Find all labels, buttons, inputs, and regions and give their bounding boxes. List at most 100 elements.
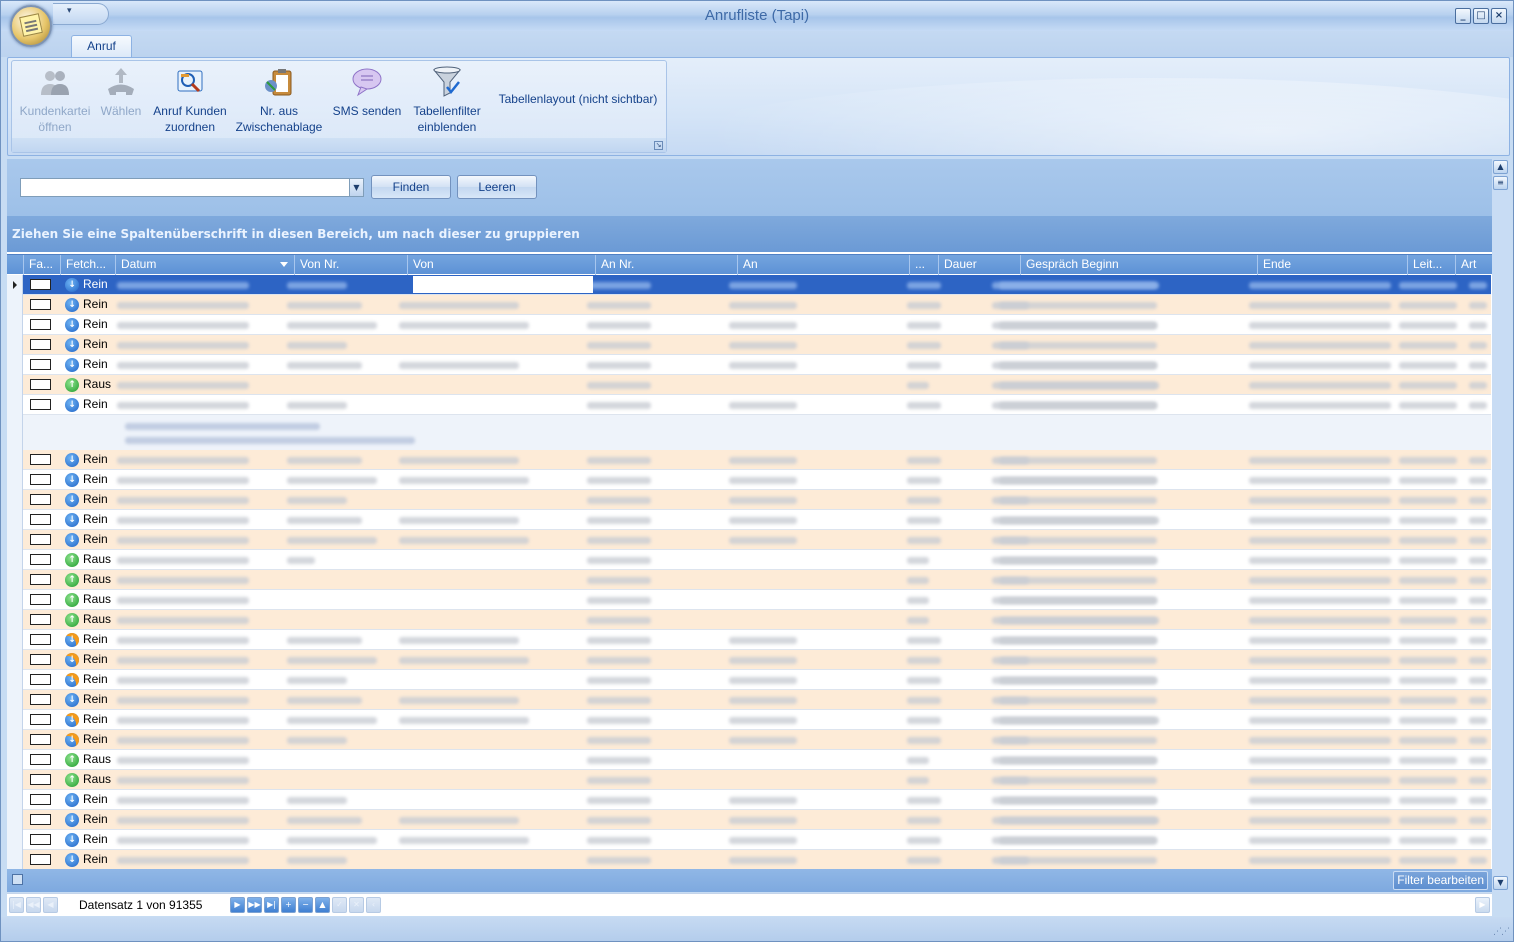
table-row[interactable]: ↑ Raus	[7, 590, 1491, 610]
table-row[interactable]: ↓ Rein	[7, 315, 1491, 335]
row-checkbox[interactable]	[30, 279, 51, 290]
table-row[interactable]: ↑ Raus	[7, 550, 1491, 570]
scroll-menu-icon[interactable]: ≡	[1493, 176, 1508, 190]
row-checkbox[interactable]	[30, 494, 51, 505]
row-checkbox[interactable]	[30, 734, 51, 745]
row-checkbox[interactable]	[30, 534, 51, 545]
row-indicator[interactable]	[7, 335, 23, 355]
row-checkbox[interactable]	[30, 359, 51, 370]
delete-record-icon[interactable]: −	[298, 897, 313, 913]
row-checkbox[interactable]	[30, 794, 51, 805]
row-checkbox[interactable]	[30, 339, 51, 350]
prev-record-icon[interactable]: ◀	[43, 897, 58, 913]
table-row[interactable]: ↓ Rein	[7, 670, 1491, 690]
row-indicator[interactable]	[7, 690, 23, 710]
edit-record-icon[interactable]: ▲	[315, 897, 330, 913]
row-indicator[interactable]	[7, 570, 23, 590]
row-indicator[interactable]	[7, 275, 23, 295]
row-indicator[interactable]	[7, 375, 23, 395]
edit-filter-button[interactable]: Filter bearbeiten	[1393, 871, 1488, 890]
row-checkbox[interactable]	[30, 594, 51, 605]
table-row[interactable]: ↓ Rein	[7, 275, 1491, 295]
first-record-icon[interactable]: |◀	[9, 897, 24, 913]
table-row[interactable]: ↓ Rein	[7, 470, 1491, 490]
row-checkbox[interactable]	[30, 574, 51, 585]
row-checkbox[interactable]	[30, 694, 51, 705]
row-indicator[interactable]	[7, 315, 23, 335]
column-header[interactable]: Dauer	[938, 255, 1020, 275]
waehlen-button[interactable]: Wählen	[96, 65, 146, 135]
row-indicator[interactable]	[7, 590, 23, 610]
chevron-down-icon[interactable]: ▼	[349, 179, 363, 196]
row-checkbox[interactable]	[30, 554, 51, 565]
find-button[interactable]: Finden	[371, 175, 451, 199]
next-record-icon[interactable]: ▶	[230, 897, 245, 913]
scroll-up-icon[interactable]: ▲	[1493, 160, 1508, 174]
table-row[interactable]: ↓ Rein	[7, 630, 1491, 650]
row-indicator[interactable]	[7, 850, 23, 869]
search-combobox[interactable]: ▼	[20, 178, 364, 197]
row-checkbox[interactable]	[30, 514, 51, 525]
table-row[interactable]: ↑ Raus	[7, 610, 1491, 630]
column-header[interactable]: Gespräch Beginn	[1020, 255, 1257, 275]
row-checkbox[interactable]	[30, 614, 51, 625]
scroll-down-icon[interactable]: ▼	[1493, 876, 1508, 890]
kundenkartei-button[interactable]: Kundenkartei öffnen	[15, 65, 95, 135]
table-row[interactable]: ↓ Rein	[7, 490, 1491, 510]
refresh-icon[interactable]: ‹	[366, 897, 381, 913]
table-row[interactable]: ↓ Rein	[7, 690, 1491, 710]
row-checkbox[interactable]	[30, 634, 51, 645]
add-record-icon[interactable]: +	[281, 897, 296, 913]
tab-anruf[interactable]: Anruf	[71, 35, 132, 58]
row-indicator[interactable]	[7, 670, 23, 690]
row-checkbox[interactable]	[30, 674, 51, 685]
row-indicator[interactable]	[7, 630, 23, 650]
column-header[interactable]: Von Nr.	[294, 255, 407, 275]
row-indicator[interactable]	[7, 295, 23, 315]
column-header[interactable]: Leit...	[1407, 255, 1455, 275]
row-indicator[interactable]	[7, 395, 23, 415]
table-row[interactable]: ↓ Rein	[7, 850, 1491, 869]
row-checkbox[interactable]	[30, 454, 51, 465]
maximize-button[interactable]: □	[1473, 8, 1489, 24]
application-menu-button[interactable]	[10, 5, 52, 47]
column-header[interactable]: An	[737, 255, 909, 275]
anruf-kunden-zuordnen-button[interactable]: Anruf Kunden zuordnen	[148, 65, 232, 135]
column-header[interactable]: Fa...	[23, 255, 60, 275]
row-indicator[interactable]	[7, 810, 23, 830]
table-row[interactable]: ↑ Raus	[7, 770, 1491, 790]
row-indicator[interactable]	[7, 470, 23, 490]
table-row[interactable]: ↓ Rein	[7, 830, 1491, 850]
table-row[interactable]: ↓ Rein	[7, 650, 1491, 670]
nr-aus-zwischenablage-button[interactable]: Nr. aus Zwischenablage	[234, 65, 324, 135]
row-checkbox[interactable]	[30, 399, 51, 410]
row-indicator[interactable]	[7, 530, 23, 550]
cancel-edit-icon[interactable]: ✕	[349, 897, 364, 913]
table-row[interactable]: ↓ Rein	[7, 710, 1491, 730]
row-checkbox[interactable]	[30, 379, 51, 390]
column-header[interactable]: An Nr.	[595, 255, 737, 275]
row-checkbox[interactable]	[30, 834, 51, 845]
table-row[interactable]: ↓ Rein	[7, 790, 1491, 810]
row-indicator[interactable]	[7, 550, 23, 570]
last-record-icon[interactable]: ▶|	[264, 897, 279, 913]
row-checkbox[interactable]	[30, 854, 51, 865]
column-header[interactable]: Fetch...	[60, 255, 115, 275]
column-header[interactable]: Von	[407, 255, 595, 275]
table-row[interactable]: ↓ Rein	[7, 335, 1491, 355]
clear-button[interactable]: Leeren	[457, 175, 537, 199]
table-row[interactable]: ↓ Rein	[7, 450, 1491, 470]
next-page-icon[interactable]: ▶▶	[247, 897, 262, 913]
table-row[interactable]: ↓ Rein	[7, 730, 1491, 750]
row-checkbox[interactable]	[30, 654, 51, 665]
row-checkbox[interactable]	[30, 714, 51, 725]
close-button[interactable]: ×	[1491, 8, 1507, 24]
post-record-icon[interactable]: ✓	[332, 897, 347, 913]
dialog-launcher-icon[interactable]: ↘	[654, 141, 663, 150]
sms-senden-button[interactable]: SMS senden	[330, 65, 404, 135]
table-row[interactable]: ↑ Raus	[7, 570, 1491, 590]
row-indicator[interactable]	[7, 790, 23, 810]
row-indicator[interactable]	[7, 730, 23, 750]
row-indicator[interactable]	[7, 490, 23, 510]
tabellenfilter-einblenden-button[interactable]: Tabellenfilter einblenden	[408, 65, 486, 135]
